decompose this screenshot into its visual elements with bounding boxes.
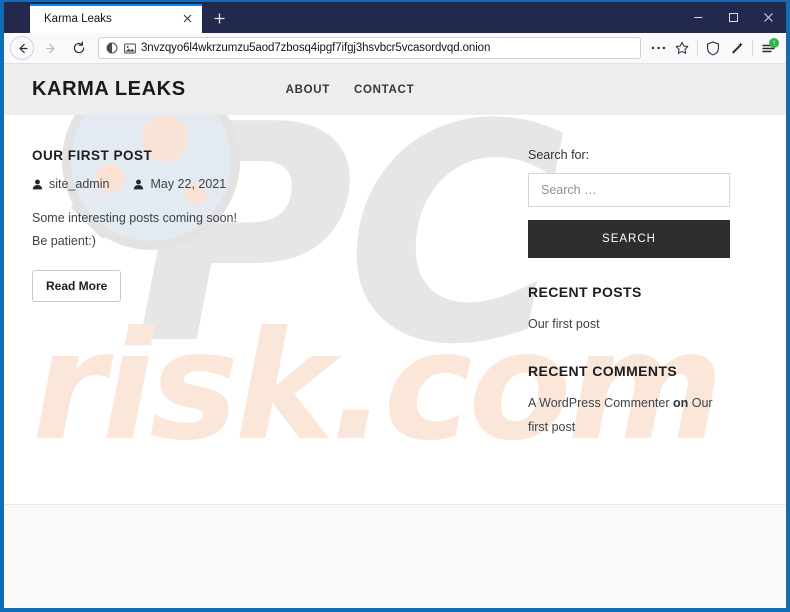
post-title[interactable]: OUR FIRST POST	[32, 148, 492, 163]
browser-window: Karma Leaks 3nvzqyo6l4wkrzumzu5aod7zbosq…	[0, 0, 790, 612]
post-body-line-2: Be patient:)	[32, 234, 96, 249]
new-tab-button[interactable]	[204, 4, 234, 33]
reload-icon[interactable]	[65, 35, 93, 61]
main-column: OUR FIRST POST site_admin May 22, 2021 S…	[32, 148, 492, 465]
star-icon[interactable]	[670, 36, 694, 60]
nav-link-about[interactable]: ABOUT	[286, 84, 330, 96]
forward-arrow-icon[interactable]	[37, 35, 65, 61]
post-date: May 22, 2021	[133, 177, 226, 191]
browser-tab-active[interactable]: Karma Leaks	[30, 4, 202, 33]
window-controls	[681, 2, 786, 33]
tab-strip: Karma Leaks	[4, 2, 234, 33]
recent-posts-title: RECENT POSTS	[528, 284, 642, 300]
recent-comments-title: RECENT COMMENTS	[528, 362, 678, 379]
user-icon	[133, 179, 144, 190]
recent-posts-list: Our first post	[528, 313, 730, 337]
noscript-icon[interactable]	[725, 36, 749, 60]
post-date-text: May 22, 2021	[150, 177, 227, 191]
sidebar: Search for: SEARCH RECENT POSTS Our firs…	[528, 148, 730, 465]
toolbar-icons: ↑	[646, 36, 780, 60]
search-input[interactable]	[528, 173, 730, 207]
hamburger-menu-icon[interactable]: ↑	[756, 36, 780, 60]
tab-close-icon[interactable]	[179, 10, 196, 27]
site-header: KARMA LEAKS ABOUT CONTACT	[4, 64, 786, 115]
post-meta: site_admin May 22, 2021	[32, 177, 492, 191]
page-divider	[4, 504, 786, 505]
update-badge: ↑	[769, 38, 779, 48]
list-item: Our first post	[528, 313, 730, 337]
image-icon[interactable]	[123, 41, 137, 55]
address-bar[interactable]: 3nvzqyo6l4wkrzumzu5aod7zbosq4ipgf7ifgj3h…	[98, 37, 641, 59]
user-icon	[32, 179, 43, 190]
post-excerpt: Some interesting posts coming soon! Be p…	[32, 207, 492, 253]
back-arrow-icon[interactable]	[10, 36, 34, 60]
recent-comments-widget: RECENT COMMENTS A WordPress Commenter on…	[528, 363, 730, 440]
post-body-line-1: Some interesting posts coming soon!	[32, 211, 237, 225]
close-button[interactable]	[751, 2, 786, 33]
ellipsis-icon[interactable]	[646, 36, 670, 60]
recent-post-link[interactable]: Our first post	[528, 317, 600, 331]
site-navigation: ABOUT CONTACT	[286, 84, 415, 96]
browser-titlebar: Karma Leaks	[4, 2, 786, 33]
page-content: OUR FIRST POST site_admin May 22, 2021 S…	[4, 115, 786, 608]
recent-comments-list: A WordPress Commenter on Our first post	[528, 392, 730, 440]
comment-connector: on	[672, 395, 689, 410]
tab-title: Karma Leaks	[44, 12, 112, 25]
toolbar-divider-2	[752, 40, 753, 56]
onion-circle-icon[interactable]	[105, 41, 119, 55]
recent-posts-widget: RECENT POSTS Our first post	[528, 284, 730, 337]
post-author: site_admin	[32, 177, 109, 191]
page-viewport: PC risk.com KARMA LEAKS ABOUT CONTACT OU…	[4, 64, 786, 608]
list-item: A WordPress Commenter on Our first post	[528, 392, 730, 440]
minimize-button[interactable]	[681, 2, 716, 33]
post-author-name: site_admin	[49, 177, 110, 191]
content-row: OUR FIRST POST site_admin May 22, 2021 S…	[4, 115, 786, 465]
comment-author-link[interactable]: A WordPress Commenter	[528, 396, 669, 410]
browser-toolbar: 3nvzqyo6l4wkrzumzu5aod7zbosq4ipgf7ifgj3h…	[4, 33, 786, 64]
maximize-button[interactable]	[716, 2, 751, 33]
nav-link-contact[interactable]: CONTACT	[354, 84, 414, 96]
toolbar-divider	[697, 40, 698, 56]
address-bar-url: 3nvzqyo6l4wkrzumzu5aod7zbosq4ipgf7ifgj3h…	[141, 42, 491, 54]
search-button[interactable]: SEARCH	[528, 220, 730, 258]
search-label: Search for:	[528, 148, 590, 162]
shield-icon[interactable]	[701, 36, 725, 60]
read-more-button[interactable]: Read More	[32, 270, 122, 303]
site-title[interactable]: KARMA LEAKS	[32, 78, 186, 101]
search-widget: Search for: SEARCH	[528, 148, 730, 258]
